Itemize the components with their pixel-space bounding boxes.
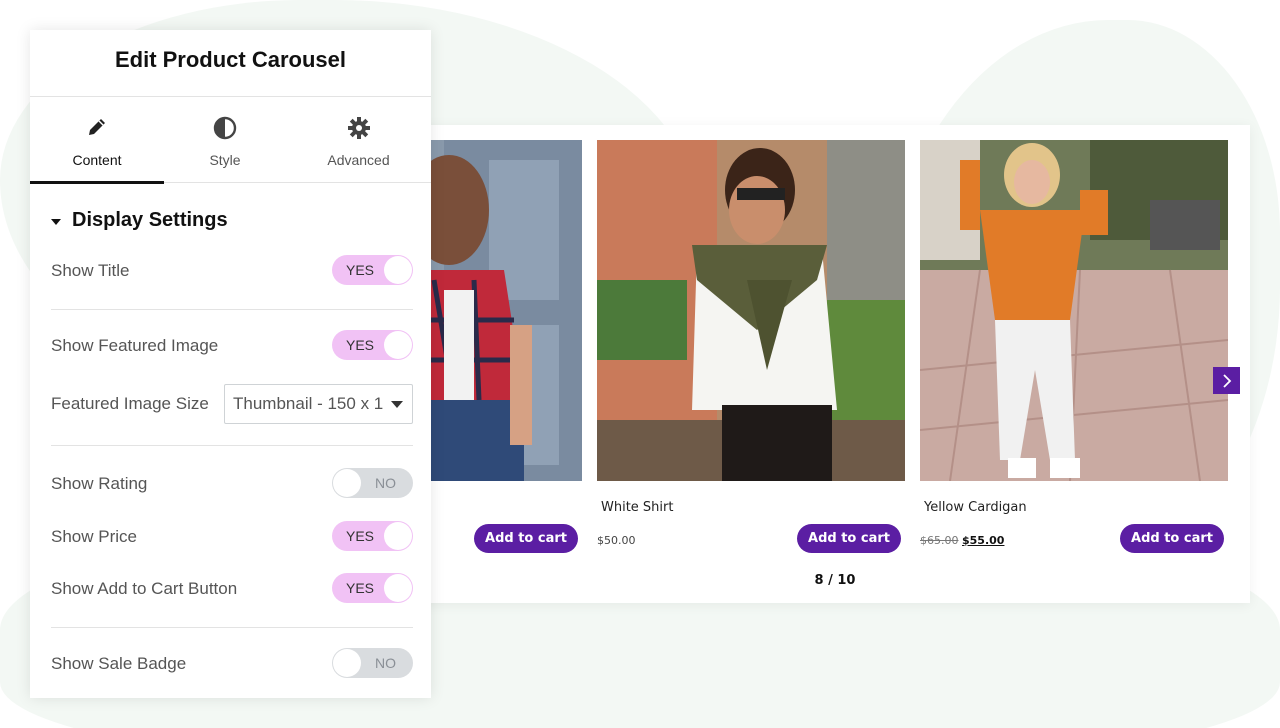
setting-show-price: Show Price YES [51,521,413,553]
setting-show-rating: Show Rating NO [51,468,413,500]
product-card: White Shirt $50.00 Add to cart [597,140,905,553]
product-carousel: Add to cart White Shirt $50.00 Add to ca… [274,125,1250,603]
panel-tabs: Content Style Advanced [30,97,431,184]
tab-advanced[interactable]: Advanced [286,97,431,183]
panel-title: Edit Product Carousel [30,30,431,97]
product-name[interactable]: White Shirt [601,500,673,515]
setting-featured-image-size: Featured Image Size Thumbnail - 150 x 15… [51,384,413,424]
show-rating-toggle[interactable]: NO [332,468,413,498]
setting-label: Featured Image Size [51,394,209,413]
divider [51,627,413,628]
contrast-icon [213,116,237,145]
show-title-toggle[interactable]: YES [332,255,413,285]
setting-label: Show Sale Badge [51,654,187,673]
tab-label: Advanced [327,152,390,168]
tab-label: Content [72,152,122,168]
tab-content[interactable]: Content [30,97,164,184]
setting-label: Show Price [51,527,137,546]
divider [51,309,413,310]
show-price-toggle[interactable]: YES [332,521,413,551]
featured-image-size-select[interactable]: Thumbnail - 150 x 150 [224,384,413,424]
product-name[interactable]: Yellow Cardigan [924,500,1027,515]
product-image[interactable] [597,140,905,481]
tab-label: Style [209,152,241,168]
show-sale-badge-toggle[interactable]: NO [332,648,413,678]
setting-label: Show Title [51,261,130,280]
section-title: Display Settings [72,209,228,231]
pencil-icon [86,116,108,143]
product-image[interactable] [920,140,1228,481]
setting-show-sale-badge: Show Sale Badge NO [51,648,413,680]
add-to-cart-button[interactable]: Add to cart [797,524,901,553]
next-arrow-button[interactable] [1213,367,1240,394]
product-card: Yellow Cardigan $65.00 $55.00 Add to car… [920,140,1228,553]
page-indicator: 8 / 10 [814,573,856,588]
setting-label: Show Rating [51,474,148,493]
tab-style[interactable]: Style [164,97,286,183]
setting-label: Show Featured Image [51,336,219,355]
divider [51,445,413,446]
dropdown-arrow-icon [391,401,403,408]
edit-panel: Edit Product Carousel Content Style Adva… [30,30,431,698]
sale-price: $55.00 [962,534,1005,547]
old-price: $65.00 [920,534,959,547]
chevron-right-icon [1222,373,1231,388]
section-toggle[interactable]: Display Settings [51,209,228,232]
gear-icon [347,116,371,145]
setting-show-add-to-cart: Show Add to Cart Button YES [51,573,413,605]
setting-show-featured-image: Show Featured Image YES [51,330,413,362]
setting-show-title: Show Title YES [51,255,413,287]
product-price: $50.00 [597,534,636,547]
add-to-cart-button[interactable]: Add to cart [1120,524,1224,553]
price-value: $50.00 [597,534,636,547]
show-add-to-cart-toggle[interactable]: YES [332,573,413,603]
setting-label: Show Add to Cart Button [51,579,238,598]
product-price: $65.00 $55.00 [920,534,1004,547]
show-featured-image-toggle[interactable]: YES [332,330,413,360]
caret-down-icon [51,218,61,225]
add-to-cart-button[interactable]: Add to cart [474,524,578,553]
